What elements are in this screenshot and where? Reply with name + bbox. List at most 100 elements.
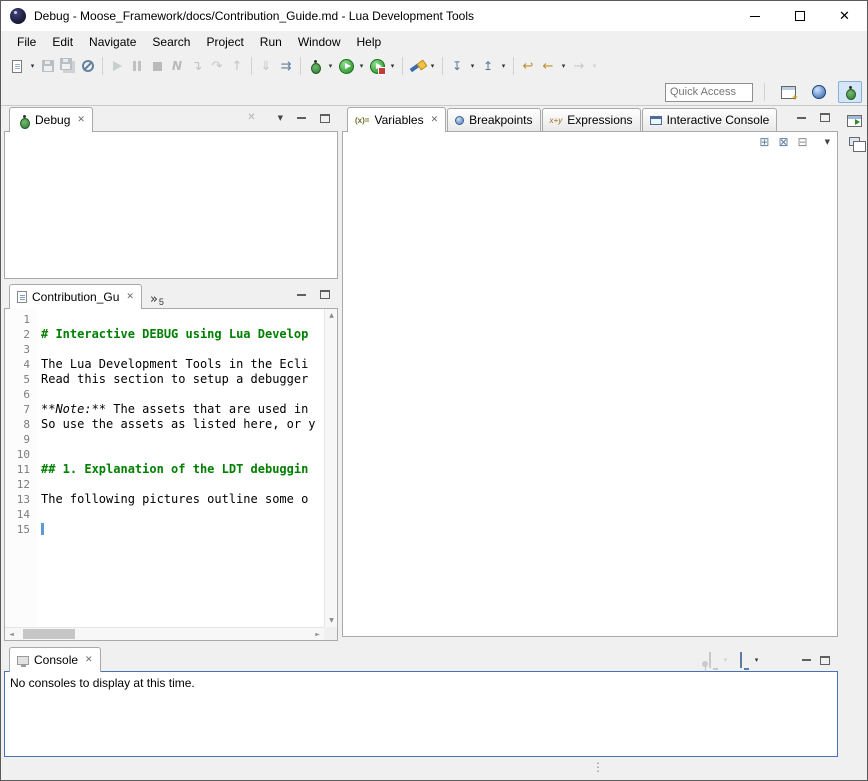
line-number[interactable]: 2 <box>5 327 37 342</box>
code-line[interactable] <box>37 312 324 327</box>
code-line[interactable] <box>37 522 324 537</box>
previous-annotation-button[interactable]: ↥ <box>478 55 498 77</box>
editor-gutter[interactable]: 123456789101112131415 <box>5 309 37 627</box>
tab-expressions[interactable]: x+y Expressions <box>542 108 641 132</box>
step-over-button[interactable]: ↷ <box>207 55 227 77</box>
variables-maximize-icon[interactable] <box>820 113 830 122</box>
debug-perspective-button[interactable] <box>838 81 862 103</box>
terminate-button[interactable] <box>147 55 167 77</box>
external-tools-button[interactable] <box>367 55 387 77</box>
horizontal-scroll-thumb[interactable] <box>23 629 75 639</box>
tab-contribution-guide[interactable]: Contribution_Gu ✕ <box>9 284 142 309</box>
editor-minimize-icon[interactable] <box>297 294 306 296</box>
display-selected-console-button[interactable] <box>709 653 711 667</box>
next-annotation-button[interactable]: ↧ <box>447 55 467 77</box>
tab-breakpoints[interactable]: Breakpoints <box>447 108 540 132</box>
code-line[interactable]: # Interactive DEBUG using Lua Develop <box>37 327 324 342</box>
collapse-all-icon[interactable]: ⊟ <box>798 136 808 148</box>
scroll-right-icon[interactable]: ► <box>311 628 324 640</box>
use-step-filters-button[interactable]: ⇉ <box>276 55 296 77</box>
step-into-button[interactable]: ↴ <box>187 55 207 77</box>
line-number[interactable]: 7 <box>5 402 37 417</box>
forward-button[interactable]: → <box>569 55 589 77</box>
tab-debug[interactable]: Debug ✕ <box>9 107 93 132</box>
console-minimize-icon[interactable] <box>802 659 811 661</box>
scroll-down-icon[interactable]: ▼ <box>325 614 337 627</box>
variables-tab-close-icon[interactable]: ✕ <box>431 116 439 125</box>
code-line[interactable]: ## 1. Explanation of the LDT debuggin <box>37 462 324 477</box>
tab-interactive-console[interactable]: Interactive Console <box>642 108 778 132</box>
editor-maximize-icon[interactable] <box>320 290 330 299</box>
code-line[interactable] <box>37 432 324 447</box>
show-logical-structure-icon[interactable]: ⊞ <box>759 136 769 148</box>
external-tools-dropdown[interactable]: ▾ <box>387 55 398 77</box>
back-button[interactable]: ← <box>538 55 558 77</box>
line-number[interactable]: 11 <box>5 462 37 477</box>
trim-view-icon[interactable] <box>849 137 860 146</box>
open-console-dropdown[interactable]: ▾ <box>751 653 762 667</box>
back-dropdown[interactable]: ▾ <box>558 55 569 77</box>
menu-run[interactable]: Run <box>252 31 290 53</box>
variables-minimize-icon[interactable] <box>797 117 806 119</box>
open-console-button[interactable] <box>740 653 742 667</box>
debug-minimize-icon[interactable] <box>297 117 306 119</box>
menu-help[interactable]: Help <box>349 31 390 53</box>
trim-restore-icon[interactable] <box>847 115 862 127</box>
editor-tab-close-icon[interactable]: ✕ <box>126 293 134 302</box>
menu-file[interactable]: File <box>9 31 44 53</box>
tab-variables[interactable]: (x)= Variables ✕ <box>347 107 446 132</box>
run-dropdown[interactable]: ▾ <box>356 55 367 77</box>
code-line[interactable] <box>37 477 324 492</box>
code-line[interactable]: Read this section to setup a debugger <box>37 372 324 387</box>
code-line[interactable] <box>37 342 324 357</box>
step-return-button[interactable]: ↑ <box>227 55 247 77</box>
menu-edit[interactable]: Edit <box>44 31 81 53</box>
statusbar-grip-icon[interactable]: ⋮ <box>592 761 604 773</box>
line-number[interactable]: 15 <box>5 522 37 537</box>
variables-view-menu-icon[interactable]: ▼ <box>825 139 830 146</box>
code-line[interactable] <box>37 387 324 402</box>
variables-content[interactable]: ⊞ ⊠ ⊟ ▼ <box>342 131 838 637</box>
line-number[interactable]: 8 <box>5 417 37 432</box>
line-number[interactable]: 5 <box>5 372 37 387</box>
scroll-left-icon[interactable]: ◄ <box>5 628 18 640</box>
debug-tab-close-icon[interactable]: ✕ <box>77 116 85 125</box>
last-edit-location-button[interactable]: ↩ <box>518 55 538 77</box>
close-button[interactable]: ✕ <box>822 1 867 31</box>
debug-button[interactable] <box>305 55 325 77</box>
menu-project[interactable]: Project <box>198 31 251 53</box>
skip-all-breakpoints-button[interactable] <box>78 55 98 77</box>
line-number[interactable]: 12 <box>5 477 37 492</box>
debug-dropdown[interactable]: ▾ <box>325 55 336 77</box>
save-button[interactable] <box>38 55 58 77</box>
next-annotation-dropdown[interactable]: ▾ <box>467 55 478 77</box>
menu-navigate[interactable]: Navigate <box>81 31 144 53</box>
line-number[interactable]: 14 <box>5 507 37 522</box>
debug-view-menu-icon[interactable]: ▼ <box>278 115 283 122</box>
forward-dropdown[interactable]: ▾ <box>589 55 600 77</box>
line-number[interactable]: 4 <box>5 357 37 372</box>
line-number[interactable]: 13 <box>5 492 37 507</box>
lua-perspective-button[interactable] <box>807 81 831 103</box>
show-columns-icon[interactable]: ⊠ <box>778 136 788 148</box>
debug-maximize-icon[interactable] <box>320 114 330 123</box>
display-selected-console-dropdown[interactable]: ▾ <box>720 653 731 667</box>
menu-window[interactable]: Window <box>290 31 349 53</box>
new-file-button[interactable] <box>7 55 27 77</box>
console-tab-close-icon[interactable]: ✕ <box>85 656 93 665</box>
code-line[interactable]: The following pictures outline some o <box>37 492 324 507</box>
debug-view-content[interactable] <box>4 131 338 279</box>
scroll-up-icon[interactable]: ▲ <box>325 309 337 322</box>
search-button[interactable] <box>407 55 427 77</box>
editor-vertical-scrollbar[interactable]: ▲ ▼ <box>324 309 337 627</box>
open-perspective-button[interactable] <box>776 81 800 103</box>
quick-access-input[interactable] <box>665 83 753 102</box>
minimize-button[interactable] <box>732 1 777 31</box>
line-number[interactable]: 3 <box>5 342 37 357</box>
code-line[interactable] <box>37 447 324 462</box>
suspend-button[interactable] <box>127 55 147 77</box>
line-number[interactable]: 9 <box>5 432 37 447</box>
tab-console[interactable]: Console ✕ <box>9 647 101 672</box>
line-number[interactable]: 6 <box>5 387 37 402</box>
remove-all-terminated-button[interactable]: ✕ <box>247 113 255 123</box>
